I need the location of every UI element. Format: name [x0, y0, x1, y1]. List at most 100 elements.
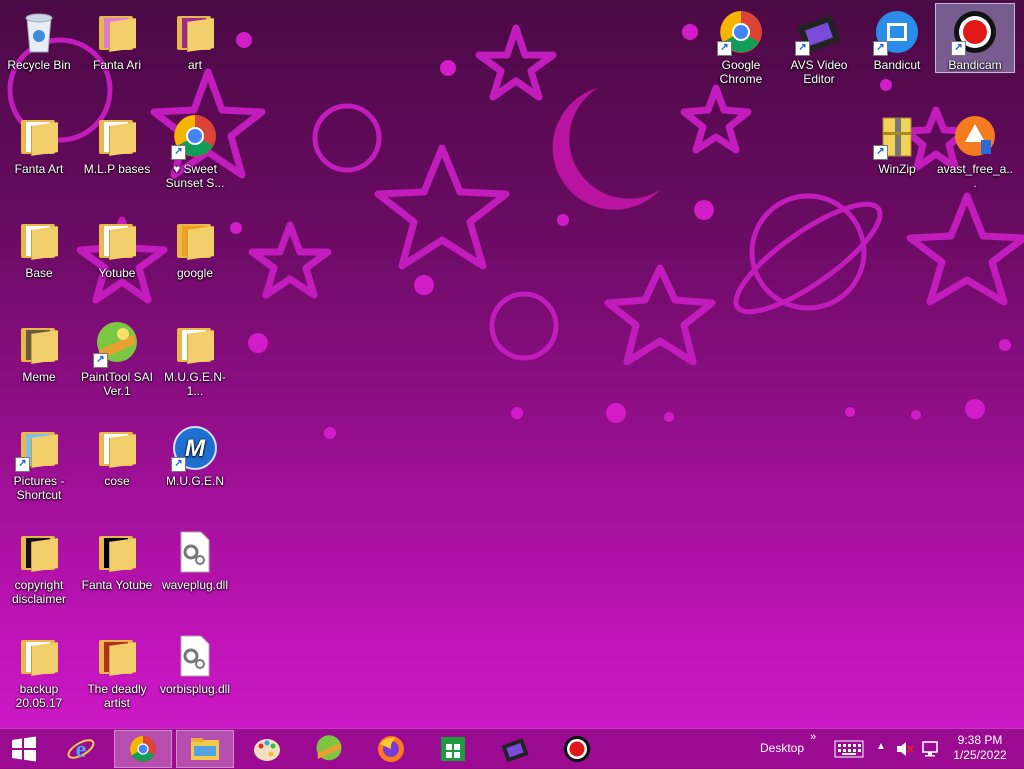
- desktop-icon-label: M.L.P bases: [83, 162, 151, 176]
- wallpaper-dots: [230, 24, 1011, 439]
- desktop-icon-cose[interactable]: cose: [78, 420, 156, 488]
- desktop-icon-label: WinZip: [878, 162, 916, 176]
- desktop-icon-label: AVS Video Editor: [790, 58, 848, 86]
- desktop-icon-label: Recycle Bin: [7, 58, 71, 72]
- desktop-icon-meme[interactable]: Meme: [0, 316, 78, 384]
- desktop-icon-avs-video-editor[interactable]: ↗ AVS Video Editor: [780, 4, 858, 86]
- taskbar: e Desktop » ▲ 9:38 PM 1/25/2022: [0, 728, 1024, 769]
- desktop-icon-copyright-disclaimer[interactable]: copyright disclaimer: [0, 524, 78, 606]
- shortcut-arrow-icon: ↗: [171, 145, 186, 160]
- desktop-icon-label: Pictures - Shortcut: [13, 474, 65, 502]
- folder-icon: [171, 8, 219, 56]
- desktop-icon-painttool-sai[interactable]: ↗ PaintTool SAI Ver.1: [78, 316, 156, 398]
- desktop-icon-mugen-folder[interactable]: M.U.G.E.N-1...: [156, 316, 234, 398]
- avs-video-editor-icon: [501, 738, 529, 763]
- shortcut-arrow-icon: ↗: [873, 41, 888, 56]
- desktop-icon-label: M.U.G.E.N-1...: [164, 370, 226, 398]
- touch-keyboard-icon[interactable]: [834, 740, 864, 761]
- wallpaper-planets: [7, 37, 883, 361]
- desktop-icon-bandicam[interactable]: ↗ Bandicam: [935, 3, 1015, 73]
- desktop-icon-backup[interactable]: backup 20.05.17: [0, 628, 78, 710]
- firefox-icon: [378, 736, 404, 762]
- taskbar-file-explorer[interactable]: [176, 730, 234, 768]
- painttool-sai-icon: [316, 735, 342, 761]
- shortcut-arrow-icon: ↗: [951, 41, 966, 56]
- desktop-icon-label: copyright disclaimer: [11, 578, 66, 606]
- windows-store-icon: [441, 737, 465, 761]
- paint-palette-icon: [254, 739, 280, 761]
- desktop-icon-google-chrome[interactable]: ↗ Google Chrome: [702, 4, 780, 86]
- desktop-icon-label: google: [176, 266, 214, 280]
- desktop-icon-mlp-bases[interactable]: M.L.P bases: [78, 108, 156, 176]
- folder-icon: [93, 632, 141, 680]
- taskbar-firefox[interactable]: [362, 730, 420, 768]
- desktop-icon-the-deadly-artist[interactable]: The deadly artist: [78, 628, 156, 710]
- clock[interactable]: 9:38 PM 1/25/2022: [950, 733, 1010, 763]
- desktop-icon-label: Base: [25, 266, 53, 280]
- desktop-icon-art[interactable]: art: [156, 4, 234, 72]
- desktop-icon-waveplug[interactable]: waveplug.dll: [156, 524, 234, 592]
- internet-explorer-icon: e: [67, 737, 95, 763]
- network-icon[interactable]: [920, 741, 940, 760]
- desktop-icon-label: vorbisplug.dll: [159, 682, 231, 696]
- wallpaper-moon: [552, 88, 660, 210]
- desktop-icon-label: art: [187, 58, 202, 72]
- desktop-icon-sweet-sunset[interactable]: ↗ ♥ Sweet Sunset S...: [156, 108, 234, 190]
- file-explorer-icon: [191, 738, 219, 760]
- pictures-icon: ↗: [15, 424, 63, 472]
- desktop-toolbar-label[interactable]: Desktop: [760, 741, 804, 755]
- folder-icon: [93, 424, 141, 472]
- folder-icon: [93, 112, 141, 160]
- taskbar-bandicam[interactable]: [548, 730, 606, 768]
- chrome-icon: [129, 735, 157, 763]
- folder-icon: [93, 216, 141, 264]
- desktop-icon-winzip[interactable]: ↗ WinZip: [858, 108, 936, 176]
- shortcut-arrow-icon: ↗: [795, 41, 810, 56]
- painttool-sai-icon: ↗: [93, 320, 141, 368]
- desktop-icon-bandicut[interactable]: ↗ Bandicut: [858, 4, 936, 72]
- folder-icon: [15, 320, 63, 368]
- folder-icon: [15, 632, 63, 680]
- folder-icon: [93, 8, 141, 56]
- taskbar-paint[interactable]: [238, 730, 296, 768]
- taskbar-windows-store[interactable]: [424, 730, 482, 768]
- shortcut-arrow-icon: ↗: [717, 41, 732, 56]
- desktop-icon-label: The deadly artist: [87, 682, 147, 710]
- desktop-icon-recycle-bin[interactable]: Recycle Bin: [0, 4, 78, 72]
- bandicut-icon: ↗: [873, 8, 921, 56]
- desktop-icon-label: Fanta Yotube: [81, 578, 153, 592]
- desktop-icon-vorbisplug[interactable]: vorbisplug.dll: [156, 628, 234, 696]
- taskbar-avs-video-editor[interactable]: [486, 730, 544, 768]
- desktop-icon-yotube[interactable]: Yotube: [78, 212, 156, 280]
- toolbar-expand-chevron[interactable]: »: [810, 731, 816, 743]
- volume-muted-icon[interactable]: [896, 741, 914, 760]
- desktop-icon-label: Bandicam: [948, 58, 1002, 72]
- dll-file-icon: [171, 528, 219, 576]
- taskbar-google-chrome[interactable]: [114, 730, 172, 768]
- desktop-icon-avast[interactable]: avast_free_a...: [936, 108, 1014, 190]
- shortcut-arrow-icon: ↗: [15, 457, 30, 472]
- taskbar-painttool-sai[interactable]: [300, 730, 358, 768]
- desktop-icon-mugen[interactable]: M ↗ M.U.G.E.N: [156, 420, 234, 488]
- dll-file-icon: [171, 632, 219, 680]
- desktop-icon-label: Yotube: [98, 266, 136, 280]
- desktop-icon-fanta-ari[interactable]: Fanta Ari: [78, 4, 156, 72]
- shortcut-arrow-icon: ↗: [171, 457, 186, 472]
- show-hidden-icons-chevron-icon[interactable]: ▲: [876, 741, 886, 752]
- desktop-icon-base[interactable]: Base: [0, 212, 78, 280]
- desktop-icon-fanta-art[interactable]: Fanta Art: [0, 108, 78, 176]
- desktop-icon-google[interactable]: google: [156, 212, 234, 280]
- mugen-icon: M ↗: [171, 424, 219, 472]
- desktop-icon-label: waveplug.dll: [161, 578, 229, 592]
- desktop-icon-label: Google Chrome: [719, 58, 763, 86]
- desktop-icon-label: M.U.G.E.N: [165, 474, 224, 488]
- desktop-icon-fanta-yotube[interactable]: Fanta Yotube: [78, 524, 156, 592]
- winzip-icon: ↗: [873, 112, 921, 160]
- desktop-icon-pictures-shortcut[interactable]: ↗ Pictures - Shortcut: [0, 420, 78, 502]
- chrome-icon: ↗: [717, 8, 765, 56]
- desktop-icon-label: ♥ Sweet Sunset S...: [165, 162, 225, 190]
- taskbar-internet-explorer[interactable]: e: [52, 730, 110, 768]
- desktop-icon-label: cose: [104, 474, 130, 488]
- clock-date: 1/25/2022: [953, 748, 1007, 762]
- start-button[interactable]: [0, 730, 48, 768]
